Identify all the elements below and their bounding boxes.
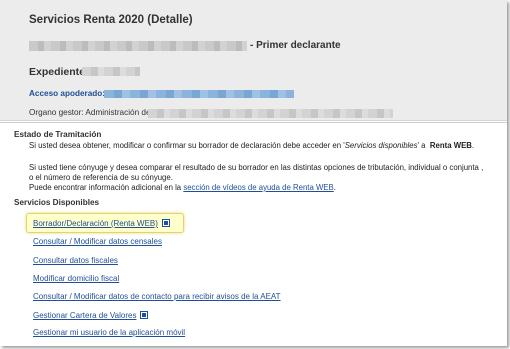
service-domicilio-fiscal[interactable]: Modificar domicilio fiscal [33,274,119,283]
external-link-icon [140,311,149,319]
declarant-suffix: - Primer declarante [250,40,341,51]
organo-gestor-label: Organo gestor: Administración de [29,108,151,117]
redacted-apoderado [104,90,294,98]
estado-line-1-text: Si usted desea obtener, modificar o conf… [29,141,345,150]
redacted-expediente [82,67,140,76]
renta-web-ref: Renta WEB [429,141,472,150]
acceso-apoderado-label: Acceso apoderado: [29,89,105,98]
service-datos-fiscales[interactable]: Consultar datos fiscales [33,256,118,265]
estado-line-1-mid: ' a [417,141,428,150]
service-cartera-valores[interactable]: Gestionar Cartera de Valores [33,310,149,320]
page-frame: Servicios Renta 2020 (Detalle) - Primer … [0,0,507,346]
estado-line-4: Puede encontrar información adicional en… [29,183,336,193]
videos-ayuda-link[interactable]: sección de vídeos de ayuda de Renta WEB [183,183,333,192]
service-borrador-label[interactable]: Borrador/Declaración (Renta WEB) [33,219,158,228]
external-link-icon [161,219,170,227]
estado-line-4-text: Puede encontrar información adicional en… [29,183,184,192]
service-app-movil[interactable]: Gestionar mi usuario de la aplicación mó… [33,328,185,337]
service-datos-contacto[interactable]: Consultar / Modificar datos de contacto … [33,292,281,301]
estado-line-2: Si usted tiene cónyuge y desea comparar … [29,163,484,172]
service-cartera-label[interactable]: Gestionar Cartera de Valores [33,311,136,320]
detail-header: Servicios Renta 2020 (Detalle) - Primer … [0,0,507,121]
redacted-declarant-name [29,41,247,51]
servicios-heading: Servicios Disponibles [14,198,100,207]
estado-line-1-end: . [471,141,475,150]
service-datos-censales[interactable]: Consultar / Modificar datos censales [33,237,162,246]
redacted-organo [148,109,393,118]
service-borrador-renta-web[interactable]: Borrador/Declaración (Renta WEB) [33,218,170,228]
page-title: Servicios Renta 2020 (Detalle) [29,14,193,26]
estado-line-3: o el número de referencia de su cónyuge. [29,173,173,182]
header-divider [0,122,507,123]
estado-heading: Estado de Tramitación [14,130,102,139]
servicios-disponibles-ref: Servicios disponibles [344,141,418,150]
estado-line-4-end: . [333,183,336,192]
estado-line-1: Si usted desea obtener, modificar o conf… [29,141,474,151]
expediente-label: Expediente [29,66,86,78]
